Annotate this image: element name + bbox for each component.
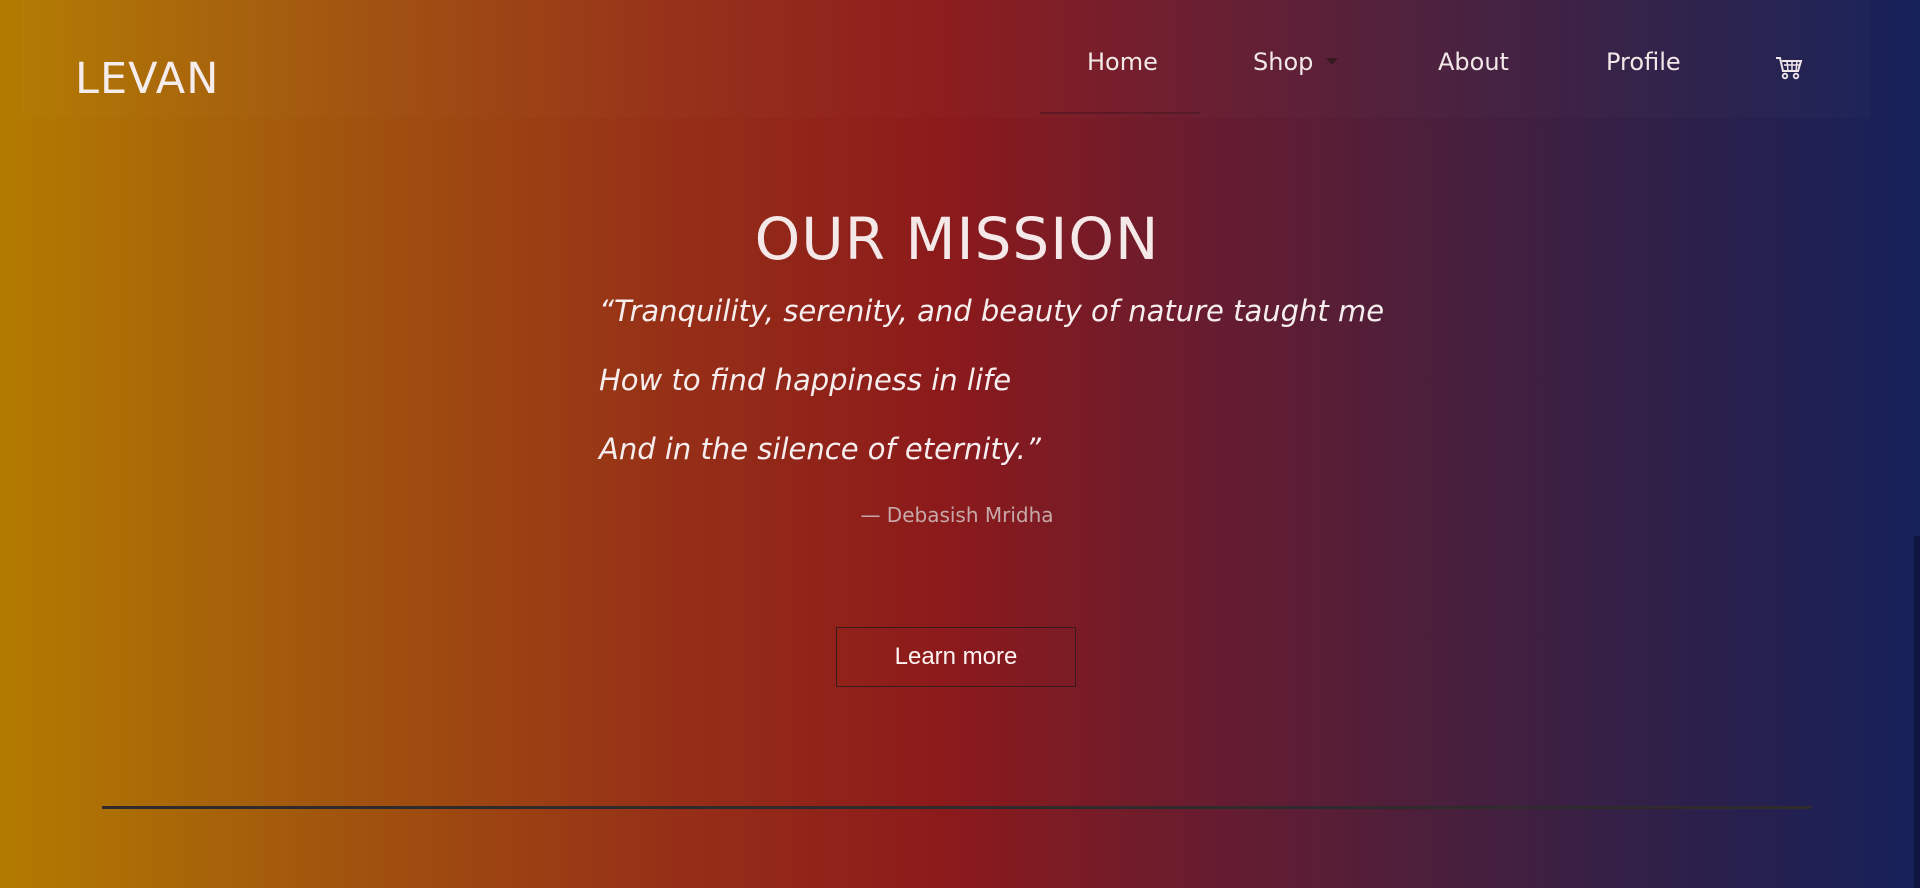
page-scrollbar[interactable] — [1914, 536, 1920, 888]
shopping-cart-icon[interactable] — [1774, 52, 1804, 82]
nav-active-underline — [1040, 112, 1200, 114]
section-divider — [102, 806, 1812, 809]
mission-title: OUR MISSION — [754, 204, 1160, 273]
quote-line: How to find happiness in life — [599, 363, 1012, 397]
nav-link-shop[interactable]: Shop — [1253, 48, 1313, 82]
nav-link-home[interactable]: Home — [1087, 48, 1158, 82]
site-header — [22, 0, 1870, 118]
quote-author: — Debasish Mridha — [860, 503, 1054, 527]
quote-line: “Tranquility, serenity, and beauty of na… — [599, 294, 1385, 328]
learn-more-button[interactable]: Learn more — [836, 627, 1076, 687]
quote-line: And in the silence of eternity.” — [599, 432, 1041, 466]
chevron-down-icon[interactable] — [1326, 58, 1338, 65]
nav-link-profile[interactable]: Profile — [1606, 48, 1681, 82]
nav-link-about[interactable]: About — [1438, 48, 1509, 82]
brand-logo[interactable]: LEVAN — [75, 54, 219, 104]
